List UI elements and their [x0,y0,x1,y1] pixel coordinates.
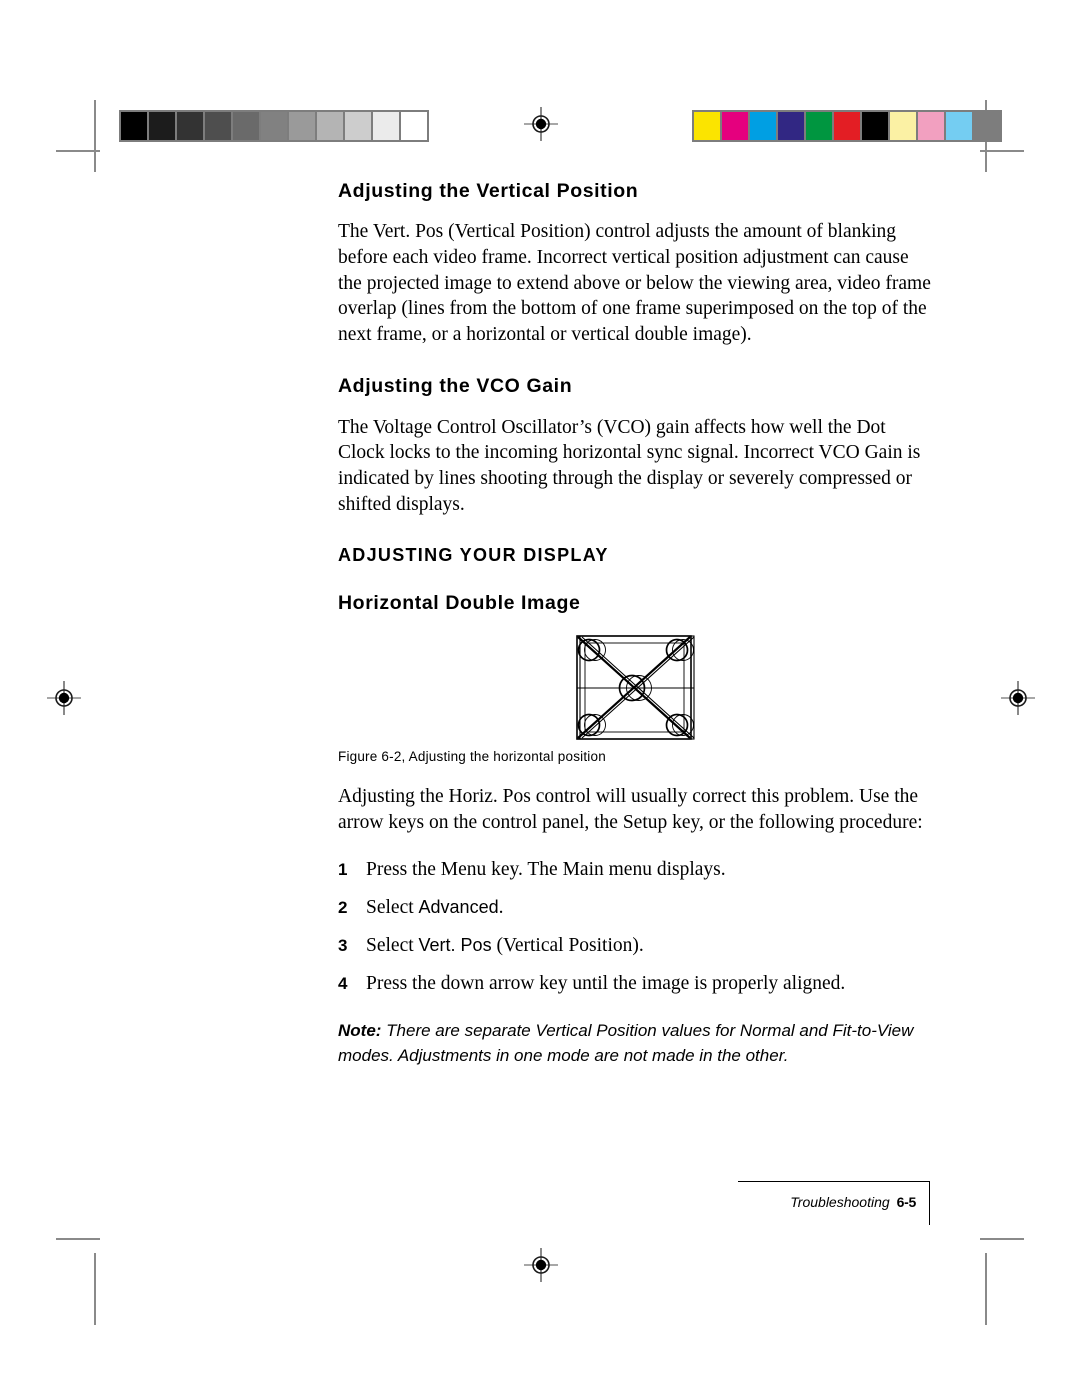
heading-adjusting-your-display: ADJUSTING YOUR DISPLAY [338,545,609,566]
note-label: Note: [338,1021,382,1041]
list-item: 3 Select Vert. Pos (Vertical Position). [338,933,934,958]
crop-mark-bottom-left-h [56,1238,100,1240]
color-control-bar-swatch-1 [722,112,748,140]
grayscale-step-wedge-swatch-1 [149,112,175,140]
footer-inner: Troubleshooting 6-5 [738,1194,916,1212]
step-number: 1 [338,860,348,880]
color-control-bar [692,110,1002,142]
step-text-after: (Vertical Position). [491,935,644,957]
procedure-steps: 1 Press the Menu key. The Main menu disp… [338,857,934,996]
page-content: Adjusting the Vertical Position The Vert… [338,180,934,1068]
menu-item-vert-pos: Vert. Pos [418,935,492,956]
paragraph-vco-gain: The Voltage Control Oscillator’s (VCO) g… [338,416,921,515]
note-text: There are separate Vertical Position val… [338,1021,914,1066]
registration-target-right-middle [1001,681,1035,715]
color-control-bar-swatch-7 [890,112,916,140]
menu-item-advanced: Advanced [418,897,499,918]
heading-adjusting-vco-gain: Adjusting the VCO Gain [338,375,573,398]
crop-mark-bottom-right-v [985,1253,987,1325]
registration-target-bottom-center [524,1248,558,1282]
step-text: Press the Menu key. The Main menu displa… [366,859,726,881]
grayscale-step-wedge-swatch-8 [345,112,371,140]
grayscale-step-wedge-swatch-3 [205,112,231,140]
grayscale-step-wedge-swatch-4 [233,112,259,140]
paragraph-horizontal-position: Adjusting the Horiz. Pos control will us… [338,786,923,833]
crop-mark-bottom-left-v [94,1253,96,1325]
step-text-before: Select [366,935,419,957]
step-text-before: Select [366,897,419,919]
color-control-bar-swatch-8 [918,112,944,140]
color-control-bar-swatch-6 [862,112,888,140]
grayscale-step-wedge [119,110,429,142]
step-number: 3 [338,936,348,956]
grayscale-step-wedge-swatch-9 [373,112,399,140]
grayscale-step-wedge-swatch-10 [401,112,427,140]
color-control-bar-swatch-10 [974,112,1000,140]
crop-mark-top-left-v [94,100,96,172]
paragraph-vertical-position: The Vert. Pos (Vertical Position) contro… [338,221,931,345]
color-control-bar-swatch-5 [834,112,860,140]
grayscale-step-wedge-swatch-0 [121,112,147,140]
grayscale-step-wedge-swatch-5 [261,112,287,140]
step-text-after: . [498,897,504,919]
list-item: 4 Press the down arrow key until the ima… [338,971,934,996]
color-control-bar-swatch-2 [750,112,776,140]
footer-chapter-name: Troubleshooting [790,1194,890,1210]
footer-page-number: 6-5 [896,1194,917,1210]
color-control-bar-swatch-4 [806,112,832,140]
color-control-bar-swatch-3 [778,112,804,140]
list-item: 2 Select Advanced. [338,895,934,920]
step-number: 4 [338,974,348,994]
registration-target-left-middle [47,681,81,715]
color-control-bar-swatch-9 [946,112,972,140]
footer-rule-top [738,1181,930,1182]
grayscale-step-wedge-swatch-2 [177,112,203,140]
list-item: 1 Press the Menu key. The Main menu disp… [338,857,934,882]
grayscale-step-wedge-swatch-7 [317,112,343,140]
horizontal-double-image-test-pattern [576,635,695,740]
page-footer: Troubleshooting 6-5 [738,1181,930,1225]
footer-rule-right [929,1181,930,1225]
note-block: Note: There are separate Vertical Positi… [338,1018,934,1068]
crop-mark-bottom-right-h [980,1238,1024,1240]
heading-horizontal-double-image: Horizontal Double Image [338,592,581,615]
figure-container [338,633,934,743]
step-text: Press the down arrow key until the image… [366,973,846,995]
step-number: 2 [338,898,348,918]
heading-adjusting-vertical-position: Adjusting the Vertical Position [338,180,639,202]
grayscale-step-wedge-swatch-6 [289,112,315,140]
color-control-bar-swatch-0 [694,112,720,140]
figure-caption: Figure 6-2, Adjusting the horizontal pos… [338,749,606,765]
registration-target-top-center [524,107,558,141]
